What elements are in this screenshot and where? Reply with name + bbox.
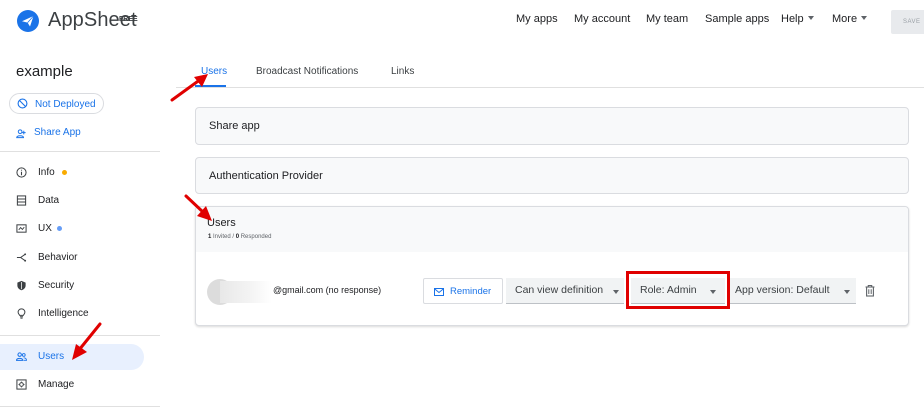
nav-help-menu[interactable]: Help <box>781 13 814 25</box>
invited-label: Invited / <box>213 234 235 240</box>
sidebar-item-label: Security <box>38 280 75 291</box>
sidebar-item-info[interactable]: Info <box>0 160 160 186</box>
chevron-down-icon <box>807 16 814 20</box>
sidebar-divider <box>0 406 160 407</box>
sidebar-item-manage[interactable]: Manage <box>0 372 160 398</box>
chevron-down-icon <box>861 16 868 20</box>
annotation-arrow-icon <box>184 194 212 221</box>
not-deployed-icon <box>17 98 28 109</box>
sidebar-item-label: Manage <box>38 379 75 390</box>
ux-icon <box>16 224 27 233</box>
users-icon <box>16 352 27 361</box>
mail-icon <box>434 288 444 296</box>
sidebar-item-label: Data <box>38 195 60 206</box>
auth-provider-panel-title: Authentication Provider <box>209 170 323 182</box>
nav-sample-apps[interactable]: Sample apps <box>705 13 769 25</box>
users-panel-header[interactable]: Users 1 Invited / 0 Responded <box>196 207 908 252</box>
chevron-down-icon <box>844 290 850 294</box>
data-icon <box>16 195 27 206</box>
behavior-icon <box>16 253 27 262</box>
users-summary: 1 Invited / 0 Responded <box>208 234 271 240</box>
permission-value: Can view definition <box>515 284 604 296</box>
reminder-label: Reminder <box>450 286 492 297</box>
deploy-status-label: Not Deployed <box>35 99 96 110</box>
top-bar: AppSheet FREE My apps My account My team… <box>0 0 924 40</box>
tab-links[interactable]: Links <box>391 66 414 77</box>
sidebar-item-security[interactable]: Security <box>0 273 160 299</box>
save-button[interactable]: SAVE <box>891 10 924 34</box>
appsheet-logo-icon[interactable] <box>16 9 40 33</box>
app-name: example <box>16 63 73 80</box>
users-panel: Users 1 Invited / 0 Responded @gmail.com… <box>195 206 909 326</box>
permission-select[interactable]: Can view definition <box>506 278 624 304</box>
sidebar-item-label: Info <box>38 167 55 178</box>
sidebar-item-label: Intelligence <box>38 308 89 319</box>
app-version-select[interactable]: App version: Default <box>729 278 856 304</box>
share-app-panel[interactable]: Share app <box>195 107 909 145</box>
annotation-arrow-icon <box>72 322 102 360</box>
nav-more-menu[interactable]: More <box>832 13 868 25</box>
ux-status-dot <box>57 226 62 231</box>
sidebar-item-label: UX <box>38 223 52 234</box>
nav-my-team[interactable]: My team <box>646 13 688 25</box>
nav-help-label: Help <box>781 13 804 25</box>
redacted-email-mask <box>220 281 272 303</box>
tab-broadcast-notifications[interactable]: Broadcast Notifications <box>256 66 358 77</box>
user-email: @gmail.com (no response) <box>273 285 382 295</box>
nav-more-label: More <box>832 13 858 25</box>
responded-label: Responded <box>240 234 272 240</box>
tab-divider <box>176 87 924 88</box>
info-status-dot <box>62 170 67 175</box>
share-app-label: Share App <box>34 127 81 138</box>
share-users-icon <box>16 129 26 139</box>
annotation-arrow-icon <box>170 74 208 102</box>
responded-count: 0 <box>235 234 240 240</box>
sidebar-item-behavior[interactable]: Behavior <box>0 245 160 271</box>
manage-icon <box>16 379 27 390</box>
lightbulb-icon <box>17 308 26 319</box>
chevron-down-icon <box>613 290 619 294</box>
invited-count: 1 <box>208 234 212 240</box>
sidebar-item-ux[interactable]: UX <box>0 216 160 242</box>
nav-my-account[interactable]: My account <box>574 13 630 25</box>
sidebar-item-label: Users <box>38 351 65 362</box>
role-highlight-annotation <box>626 271 730 309</box>
nav-my-apps[interactable]: My apps <box>516 13 558 25</box>
brand-tier-badge: FREE <box>119 16 138 23</box>
share-app-panel-title: Share app <box>209 120 260 132</box>
app-version-value: App version: Default <box>735 284 830 296</box>
sidebar-item-label: Behavior <box>38 252 78 263</box>
sidebar-divider <box>0 151 160 152</box>
reminder-button[interactable]: Reminder <box>423 278 503 304</box>
info-icon <box>16 167 27 178</box>
shield-icon <box>17 280 26 291</box>
sidebar-item-data[interactable]: Data <box>0 188 160 214</box>
deploy-status-pill[interactable]: Not Deployed <box>9 93 104 114</box>
delete-user-icon[interactable] <box>864 284 876 297</box>
auth-provider-panel[interactable]: Authentication Provider <box>195 157 909 194</box>
